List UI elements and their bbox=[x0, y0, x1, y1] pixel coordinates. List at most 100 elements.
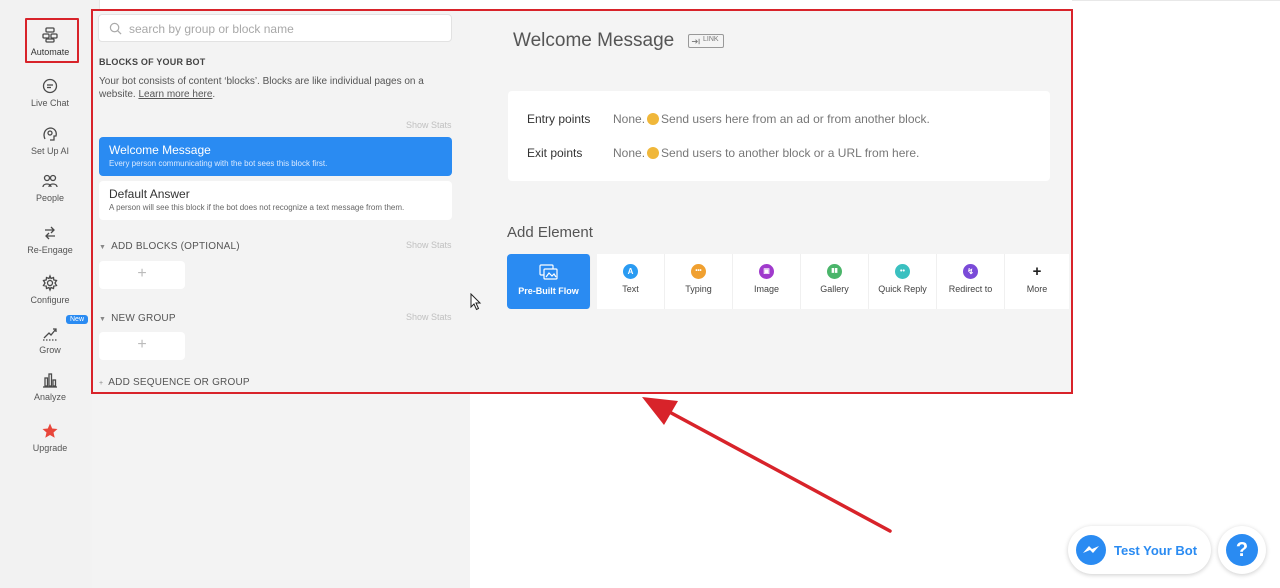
show-stats-link[interactable]: Show Stats bbox=[406, 240, 452, 250]
element-typing-button[interactable]: ••• Typing bbox=[665, 254, 733, 309]
quick-reply-icon: •• bbox=[895, 264, 910, 279]
messenger-icon bbox=[1076, 535, 1106, 565]
nav-item-analyze[interactable]: Analyze bbox=[0, 371, 100, 402]
test-your-bot-label: Test Your Bot bbox=[1114, 543, 1198, 558]
block-default-answer[interactable]: Default Answer A person will see this bl… bbox=[99, 181, 452, 220]
entry-exit-card: Entry points None. Send users here from an… bbox=[508, 91, 1050, 181]
blocks-desc-suffix: . bbox=[212, 89, 216, 100]
element-label: Redirect to bbox=[948, 284, 993, 294]
link-label: LINK bbox=[703, 36, 719, 43]
group-new-group[interactable]: ▼ NEW GROUP bbox=[99, 313, 176, 324]
group-label: ADD BLOCKS (OPTIONAL) bbox=[111, 241, 240, 252]
nav-label-analyze: Analyze bbox=[33, 392, 67, 402]
star-icon bbox=[42, 423, 58, 438]
caret-down-icon: ▼ bbox=[99, 316, 107, 323]
emoji-icon bbox=[647, 147, 660, 159]
link-button[interactable]: LINK bbox=[688, 34, 724, 48]
nav-label-re-engage: Re-Engage bbox=[27, 245, 73, 255]
element-quick-reply-button[interactable]: •• Quick Reply bbox=[869, 254, 937, 309]
exit-points-hint: Send users to another block or a URL fro… bbox=[661, 146, 920, 160]
element-gallery-button[interactable]: ▮▮ Gallery bbox=[801, 254, 869, 309]
automate-highlight-box bbox=[25, 18, 79, 63]
prebuilt-flow-button[interactable]: Pre-Built Flow bbox=[507, 254, 591, 309]
grow-icon bbox=[43, 328, 57, 341]
people-icon bbox=[42, 174, 58, 188]
exit-points-row: Exit points None. Send users to another bl… bbox=[527, 146, 919, 160]
blocks-description: Your bot consists of content ‘blocks’. B… bbox=[99, 75, 449, 101]
annotation-arrow-icon bbox=[642, 397, 892, 533]
element-label: Typing bbox=[685, 284, 712, 294]
gallery-icon: ▮▮ bbox=[827, 264, 842, 279]
group-add-blocks[interactable]: ▼ ADD BLOCKS (OPTIONAL) bbox=[99, 241, 240, 252]
add-element-title: Add Element bbox=[507, 224, 593, 241]
page-title: Welcome Message bbox=[513, 30, 675, 51]
emoji-icon bbox=[647, 113, 660, 125]
search-box[interactable]: search by group or block name bbox=[98, 14, 452, 42]
block-subtitle: Every person communicating with the bot … bbox=[109, 159, 328, 168]
nav-item-set-up-ai[interactable]: Set Up AI bbox=[0, 125, 100, 156]
entry-points-label: Entry points bbox=[527, 112, 591, 126]
help-button[interactable]: ? bbox=[1218, 526, 1266, 574]
element-label: Quick Reply bbox=[878, 284, 927, 294]
link-icon bbox=[691, 38, 700, 45]
image-gallery-icon bbox=[538, 264, 558, 280]
element-redirect-button[interactable]: ↯ Redirect to bbox=[937, 254, 1005, 309]
plus-icon: + bbox=[137, 265, 147, 282]
element-more-button[interactable]: + More bbox=[1005, 254, 1069, 309]
nav-item-re-engage[interactable]: Re-Engage bbox=[0, 224, 100, 255]
nav-label-upgrade: Upgrade bbox=[32, 443, 68, 453]
block-title: Default Answer bbox=[109, 187, 190, 201]
image-icon: ▣ bbox=[759, 264, 774, 279]
learn-more-link[interactable]: Learn more here bbox=[138, 89, 212, 100]
redirect-icon: ↯ bbox=[963, 264, 978, 279]
ai-icon bbox=[43, 127, 57, 141]
typing-icon: ••• bbox=[691, 264, 706, 279]
element-text-button[interactable]: A Text bbox=[597, 254, 665, 309]
blocks-title: BLOCKS OF YOUR BOT bbox=[99, 57, 206, 67]
group-label: ADD SEQUENCE OR GROUP bbox=[108, 377, 250, 388]
entry-points-hint: Send users here from an ad or from anoth… bbox=[661, 112, 930, 126]
exit-points-none: None. bbox=[613, 146, 646, 160]
mouse-cursor-icon bbox=[470, 293, 482, 311]
block-welcome-message[interactable]: Welcome Message Every person communicati… bbox=[99, 137, 452, 176]
new-badge: New bbox=[66, 315, 89, 324]
element-label: Image bbox=[753, 284, 779, 294]
block-editor: Welcome Message LINK Entry points None. Se… bbox=[470, 10, 1072, 394]
nav-item-people[interactable]: People bbox=[0, 172, 100, 203]
block-title: Welcome Message bbox=[109, 143, 211, 157]
nav-label-live-chat: Live Chat bbox=[30, 98, 70, 108]
test-your-bot-button[interactable]: Test Your Bot bbox=[1068, 526, 1211, 574]
caret-down-icon: ▼ bbox=[99, 244, 107, 251]
element-label: More bbox=[1026, 284, 1048, 294]
top-divider bbox=[1072, 0, 1280, 1]
blocks-panel: search by group or block name BLOCKS OF … bbox=[92, 10, 470, 394]
nav-item-live-chat[interactable]: Live Chat bbox=[0, 77, 100, 108]
add-sequence-or-group[interactable]: + ADD SEQUENCE OR GROUP bbox=[99, 377, 250, 388]
show-stats-link[interactable]: Show Stats bbox=[406, 120, 452, 130]
blocks-panel-continued bbox=[92, 394, 470, 588]
block-subtitle: A person will see this block if the bot … bbox=[109, 203, 405, 212]
entry-points-none: None. bbox=[613, 112, 646, 126]
text-icon: A bbox=[623, 264, 638, 279]
search-icon bbox=[109, 22, 122, 35]
add-block-button[interactable]: + bbox=[99, 261, 185, 289]
element-label: Text bbox=[622, 284, 639, 294]
nav-label-set-up-ai: Set Up AI bbox=[30, 146, 70, 156]
element-image-button[interactable]: ▣ Image bbox=[733, 254, 801, 309]
entry-points-row: Entry points None. Send users here from an… bbox=[527, 112, 930, 126]
nav-item-configure[interactable]: Configure bbox=[0, 274, 100, 305]
element-label: Gallery bbox=[820, 284, 849, 294]
prebuilt-flow-label: Pre-Built Flow bbox=[518, 286, 579, 296]
nav-item-upgrade[interactable]: Upgrade bbox=[0, 422, 100, 453]
analyze-icon bbox=[43, 373, 57, 388]
group-label: NEW GROUP bbox=[111, 313, 176, 324]
nav-label-grow: Grow bbox=[39, 345, 61, 355]
nav-item-grow[interactable]: Grow bbox=[0, 324, 100, 355]
plus-icon: + bbox=[99, 380, 104, 387]
left-nav: Automate Live Chat Set Up AI People Re-E… bbox=[0, 0, 100, 588]
show-stats-link[interactable]: Show Stats bbox=[406, 312, 452, 322]
exit-points-label: Exit points bbox=[527, 146, 583, 160]
plus-icon: + bbox=[137, 336, 147, 353]
add-block-button[interactable]: + bbox=[99, 332, 185, 360]
chat-icon bbox=[42, 78, 58, 94]
